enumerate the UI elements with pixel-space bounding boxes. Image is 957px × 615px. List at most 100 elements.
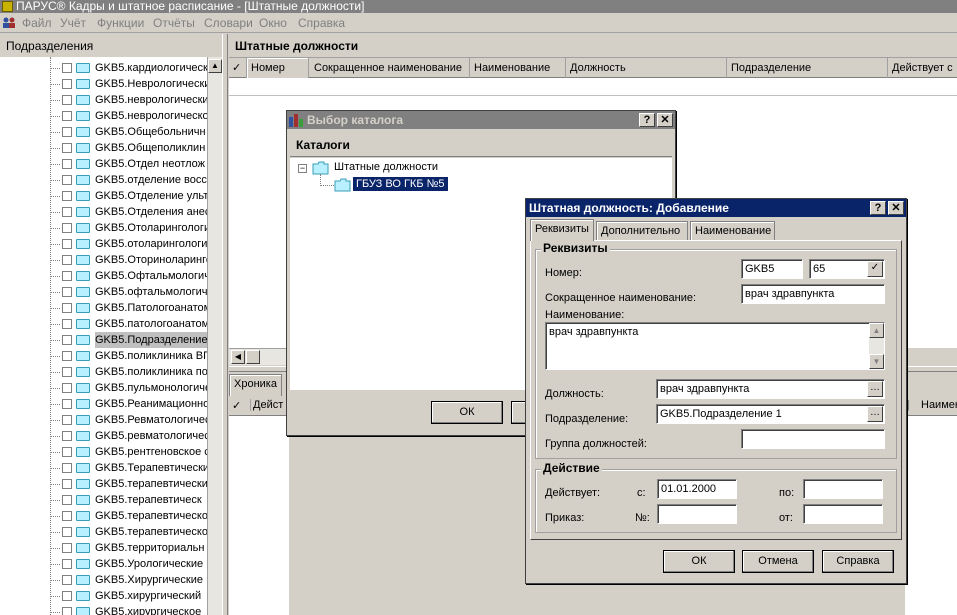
tree-item[interactable]: GKB5.Реанимационно- xyxy=(50,396,213,412)
tree-item[interactable]: GKB5.Отделение ульт xyxy=(50,188,210,204)
chronicle-grid-right[interactable]: | Наимен xyxy=(905,396,957,615)
checkbox[interactable] xyxy=(62,127,72,137)
chronicle-grid[interactable]: ✓ Дейст xyxy=(229,396,289,615)
ok-button[interactable]: ОК xyxy=(663,550,735,573)
checkbox[interactable] xyxy=(62,143,72,153)
tab-requisites[interactable]: Реквизиты xyxy=(530,219,594,241)
tree-item[interactable]: GKB5.Отдел неотлож xyxy=(50,156,210,172)
checkbox[interactable] xyxy=(62,191,72,201)
checkbox[interactable] xyxy=(62,319,72,329)
number-prefix-field[interactable]: GKB5 xyxy=(741,259,803,279)
tree-item[interactable]: GKB5.поликлиника ВП xyxy=(50,348,211,364)
scroll-thumb[interactable] xyxy=(246,350,260,364)
checkbox[interactable] xyxy=(62,79,72,89)
division-lookup-button[interactable]: … xyxy=(867,406,883,422)
name-textarea[interactable]: врач здравпункта ▲ ▼ xyxy=(545,322,885,370)
scroll-up-arrow-icon[interactable]: ▲ xyxy=(869,323,884,338)
col-active-from[interactable]: Действует с xyxy=(888,58,957,78)
short-name-field[interactable]: врач здравпункта xyxy=(741,284,885,304)
tree-item[interactable]: GKB5.пульмонологиче xyxy=(50,380,211,396)
checkbox[interactable] xyxy=(62,175,72,185)
name-scrollbar[interactable]: ▲ ▼ xyxy=(869,323,884,369)
help-icon[interactable]: ? xyxy=(870,201,886,215)
order-no-field[interactable] xyxy=(657,504,737,524)
col-number[interactable]: Номер xyxy=(247,58,309,78)
col-name[interactable]: Наименование xyxy=(470,58,566,78)
scroll-down-arrow-icon[interactable]: ▼ xyxy=(869,354,884,369)
scroll-left-arrow-icon[interactable]: ◀ xyxy=(231,350,245,364)
checkbox[interactable] xyxy=(62,255,72,265)
tree-item[interactable]: GKB5.неврологическо xyxy=(50,108,210,124)
chronicle-check-icon[interactable]: ✓ xyxy=(232,399,241,412)
division-tree[interactable]: GKB5.кардиологическ GKB5.Неврологически GK… xyxy=(0,57,222,615)
menu-help[interactable]: Справка xyxy=(298,16,345,30)
checkbox[interactable] xyxy=(62,447,72,457)
checkbox[interactable] xyxy=(62,399,72,409)
checkbox[interactable] xyxy=(62,95,72,105)
number-field[interactable]: 65 ✓ xyxy=(809,259,885,279)
tree-item[interactable]: GKB5.терапевтически xyxy=(50,476,210,492)
tree-item[interactable]: GKB5.Подразделение xyxy=(50,332,210,348)
close-icon[interactable]: ✕ xyxy=(888,201,904,215)
tree-item[interactable]: GKB5.неврологически xyxy=(50,92,210,108)
tree-item[interactable]: GKB5.поликлиника по xyxy=(50,364,210,380)
tree-item[interactable]: GKB5.Неврологически xyxy=(50,76,210,92)
col-chronicle-name[interactable]: Наимен xyxy=(921,399,957,411)
tree-item[interactable]: GKB5.Терапевтически xyxy=(50,460,210,476)
checkbox[interactable] xyxy=(62,367,72,377)
checkbox[interactable] xyxy=(62,415,72,425)
checkmark-icon[interactable]: ✓ xyxy=(867,261,883,277)
checkbox[interactable] xyxy=(62,223,72,233)
tree-item[interactable]: GKB5.терапевтическо xyxy=(50,524,210,540)
checkbox[interactable] xyxy=(62,543,72,553)
grid-hscrollbar[interactable]: ◀ xyxy=(229,348,289,365)
collapse-icon[interactable]: − xyxy=(298,164,307,173)
checkbox[interactable] xyxy=(62,463,72,473)
tab-additional[interactable]: Дополнительно xyxy=(596,221,688,241)
tree-item[interactable]: GKB5.Патологоанатом xyxy=(50,300,211,316)
checkbox[interactable] xyxy=(62,351,72,361)
tree-item[interactable]: GKB5.рентгеновское с xyxy=(50,444,210,460)
tree-item[interactable]: GKB5.Оториноларинго xyxy=(50,252,212,268)
checkbox[interactable] xyxy=(62,287,72,297)
check-column-icon[interactable]: ✓ xyxy=(229,58,247,78)
catalog-child-item[interactable]: ГБУЗ ВО ГКБ №5 xyxy=(353,177,448,191)
checkbox[interactable] xyxy=(62,511,72,521)
tree-item[interactable]: GKB5.патологоанатом xyxy=(50,316,210,332)
tree-item[interactable]: GKB5.Урологические xyxy=(50,556,210,572)
col-chronicle-active[interactable]: Дейст xyxy=(250,399,283,411)
tree-item[interactable]: GKB5.терапевтическо xyxy=(50,508,210,524)
cancel-button[interactable]: Отмена xyxy=(742,550,814,573)
checkbox[interactable] xyxy=(62,303,72,313)
active-to-field[interactable] xyxy=(803,479,883,499)
col-short-name[interactable]: Сокращенное наименование xyxy=(310,58,470,78)
tree-scrollbar[interactable]: ▲ xyxy=(207,57,222,615)
checkbox[interactable] xyxy=(62,431,72,441)
checkbox[interactable] xyxy=(62,271,72,281)
close-icon[interactable]: ✕ xyxy=(657,113,673,127)
checkbox[interactable] xyxy=(62,207,72,217)
tree-item[interactable]: GKB5.Отделения анес xyxy=(50,204,210,220)
empty-row[interactable] xyxy=(229,78,957,96)
menu-accounting[interactable]: Учёт xyxy=(60,16,86,30)
checkbox[interactable] xyxy=(62,575,72,585)
checkbox[interactable] xyxy=(62,239,72,249)
menu-window[interactable]: Окно xyxy=(259,16,287,30)
tree-item[interactable]: GKB5.Ревматологичес xyxy=(50,412,211,428)
checkbox[interactable] xyxy=(62,607,72,615)
menu-dictionaries[interactable]: Словари xyxy=(204,16,253,30)
tree-item[interactable]: GKB5.хирургическое xyxy=(50,604,210,615)
tree-item[interactable]: GKB5.территориальн xyxy=(50,540,210,556)
checkbox[interactable] xyxy=(62,479,72,489)
tree-item[interactable]: GKB5.офтальмологич xyxy=(50,284,210,300)
catalog-ok-button[interactable]: ОК xyxy=(431,401,503,424)
col-division[interactable]: Подразделение xyxy=(727,58,888,78)
tree-item[interactable]: GKB5.Отоларингологи xyxy=(50,220,210,236)
tree-item[interactable]: GKB5.Хирургические xyxy=(50,572,210,588)
menu-reports[interactable]: Отчёты xyxy=(153,16,195,30)
order-date-field[interactable] xyxy=(803,504,883,524)
help-button[interactable]: Справка xyxy=(822,550,894,573)
active-from-field[interactable]: 01.01.2000 xyxy=(657,479,737,499)
checkbox[interactable] xyxy=(62,383,72,393)
tree-item[interactable]: GKB5.кардиологическ xyxy=(50,60,210,76)
